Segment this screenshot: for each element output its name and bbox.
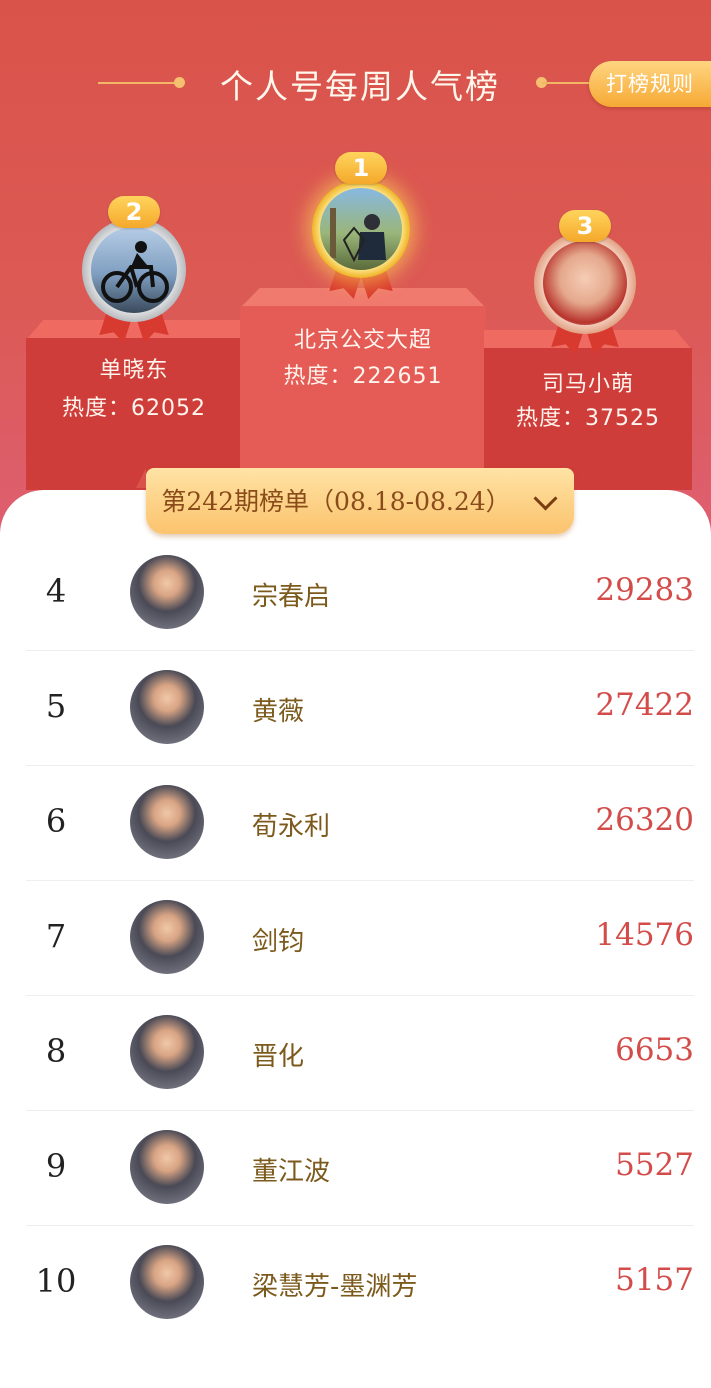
rank-number: 4 [45,572,67,610]
rank-number: 5 [45,687,67,725]
gold-medal-icon[interactable]: 1 [312,152,410,278]
list-item[interactable]: 4 宗春启 29283 [26,536,694,651]
podium-second-name: 单晓东 [99,358,169,383]
rank-number: 6 [45,802,67,840]
title-row: 个人号每周人气榜 打榜规则 [0,55,711,111]
list-item[interactable]: 9 董江波 5527 [26,1111,694,1226]
heat-score: 26320 [595,802,694,838]
avatar[interactable] [130,555,204,629]
avatar [320,188,402,270]
podium-third[interactable]: 司马小萌 热度：37525 [484,330,692,490]
avatar[interactable] [130,1130,204,1204]
avatar[interactable] [130,900,204,974]
avatar [543,241,627,325]
podium-third-name: 司马小萌 [541,372,634,397]
rank-number: 8 [45,1032,67,1070]
user-name[interactable]: 梁慧芳-墨渊芳 [252,1266,417,1303]
heat-score: 6653 [615,1032,694,1068]
heat-score: 14576 [595,917,694,953]
heat-score: 5527 [615,1147,694,1183]
rank-number: 10 [35,1262,77,1300]
avatar [91,227,177,313]
heat-score: 29283 [595,572,694,608]
heat-score: 27422 [595,687,694,723]
rank-badge: 1 [335,152,387,184]
heat-score: 5157 [615,1262,694,1298]
bronze-medal-icon[interactable]: 3 [534,210,636,334]
podium-second[interactable]: 单晓东 热度：62052 [26,320,242,490]
list-item[interactable]: 8 晋化 6653 [26,996,694,1111]
user-name[interactable]: 剑钧 [252,921,304,958]
podium-first-name: 北京公交大超 [293,328,432,353]
user-name[interactable]: 晋化 [252,1036,304,1073]
chevron-down-icon[interactable] [533,486,558,511]
avatar[interactable] [130,1245,204,1319]
avatar[interactable] [130,670,204,744]
title-decoration-right [542,82,596,84]
user-name[interactable]: 黄薇 [252,691,304,728]
podium-first[interactable]: 北京公交大超 热度：222651 [240,288,486,488]
podium-second-heat: 热度：62052 [62,396,206,421]
silver-medal-icon[interactable]: 2 [82,196,186,322]
podium-first-heat: 热度：222651 [283,364,443,389]
user-name[interactable]: 宗春启 [252,576,330,613]
rank-badge: 3 [559,210,611,242]
rank-number: 9 [45,1147,67,1185]
rank-number: 7 [45,917,67,955]
list-item[interactable]: 10 梁慧芳-墨渊芳 5157 [26,1226,694,1340]
avatar[interactable] [130,785,204,859]
podium-third-heat: 热度：37525 [516,406,660,431]
rules-button[interactable]: 打榜规则 [589,61,711,107]
ranking-list: 4 宗春启 29283 5 黄薇 27422 6 荀永利 26320 7 剑钧 … [26,536,694,1340]
list-item[interactable]: 6 荀永利 26320 [26,766,694,881]
avatar[interactable] [130,1015,204,1089]
user-name[interactable]: 荀永利 [252,806,330,843]
rank-badge: 2 [108,196,160,228]
photographer-avatar-icon [330,208,386,263]
period-label: 第242期榜单（08.18-08.24） [161,487,511,516]
list-item[interactable]: 5 黄薇 27422 [26,651,694,766]
list-item[interactable]: 7 剑钧 14576 [26,881,694,996]
user-name[interactable]: 董江波 [252,1151,330,1188]
cyclist-avatar-icon [101,241,169,303]
period-selector[interactable]: 第242期榜单（08.18-08.24） [136,468,574,534]
